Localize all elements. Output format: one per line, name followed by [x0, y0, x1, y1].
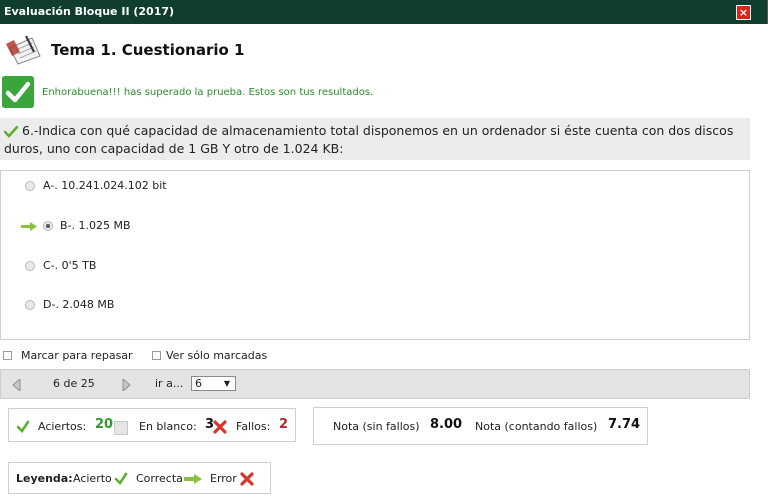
mark-for-review-checkbox[interactable] [3, 351, 12, 360]
success-check-icon [2, 76, 34, 108]
answer-radio[interactable] [25, 181, 35, 191]
fails-label: Fallos: [236, 420, 271, 433]
chevron-down-icon[interactable]: ▼ [224, 377, 230, 390]
answer-list: A-. 10.241.024.102 bit B-. 1.025 MB C-. … [0, 170, 750, 340]
legend-hit-label: Acierto [73, 472, 112, 485]
goto-selected-value: 6 [195, 377, 202, 390]
answer-label: C-. 0'5 TB [43, 259, 97, 272]
hits-label: Aciertos: [38, 420, 87, 433]
correct-answer-arrow-icon [21, 222, 37, 231]
show-marked-checkbox[interactable] [152, 351, 161, 360]
goto-label: ir a... [155, 377, 184, 390]
hit-check-icon [16, 420, 30, 434]
legend-error-label: Error [210, 472, 237, 485]
legend-check-icon [114, 472, 128, 486]
question-navigation: 6 de 25 ir a... 6 ▼ [0, 369, 750, 399]
legend-x-icon [240, 472, 254, 486]
error-x-icon [213, 420, 227, 434]
blank-square-icon [114, 421, 128, 435]
close-icon[interactable]: × [739, 6, 748, 19]
answer-radio[interactable] [25, 261, 35, 271]
show-marked-label[interactable]: Ver sólo marcadas [166, 349, 267, 363]
answer-option-d[interactable]: D-. 2.048 MB [1, 297, 301, 313]
hits-count: 20 [95, 417, 114, 432]
result-message: Enhorabuena!!! has superado la prueba. E… [42, 87, 374, 98]
answer-label: A-. 10.241.024.102 bit [43, 179, 167, 192]
quiz-paper-icon [6, 35, 41, 65]
close-button[interactable]: × [736, 5, 751, 20]
answer-label: B-. 1.025 MB [60, 219, 131, 232]
blank-label: En blanco: [139, 420, 197, 433]
answer-option-c[interactable]: C-. 0'5 TB [1, 258, 301, 274]
grade-no-penalty-label: Nota (sin fallos) [333, 420, 420, 433]
next-arrow-icon[interactable] [122, 379, 131, 391]
fails-count: 2 [279, 417, 289, 432]
answer-radio[interactable] [43, 221, 53, 231]
score-summary: Aciertos: 20 En blanco: 3 Fallos: 2 [8, 408, 296, 442]
question-position: 6 de 25 [53, 377, 95, 390]
legend-correct-label: Correcta [136, 472, 183, 485]
answer-label: D-. 2.048 MB [43, 298, 115, 311]
mark-for-review-label[interactable]: Marcar para repasar [21, 349, 133, 363]
grade-summary: Nota (sin fallos) 8.00 Nota (contando fa… [313, 407, 648, 445]
previous-arrow-icon[interactable] [12, 379, 21, 391]
answer-option-a[interactable]: A-. 10.241.024.102 bit [1, 178, 301, 194]
goto-question-select[interactable]: 6 ▼ [191, 376, 236, 391]
legend-title: Leyenda: [16, 472, 73, 485]
legend: Leyenda: Acierto Correcta Error [8, 462, 271, 494]
page-title: Tema 1. Cuestionario 1 [51, 41, 245, 59]
grade-penalty-label: Nota (contando fallos) [475, 420, 598, 433]
window-title: Evaluación Bloque II (2017) [4, 5, 175, 18]
grade-penalty-value: 7.74 [608, 417, 641, 432]
question-correct-icon [4, 125, 18, 138]
legend-arrow-icon [184, 474, 202, 484]
question-box: 6.-Indica con qué capacidad de almacenam… [0, 118, 750, 160]
answer-option-b[interactable]: B-. 1.025 MB [1, 218, 301, 234]
answer-radio[interactable] [25, 300, 35, 310]
window-titlebar: Evaluación Bloque II (2017) × [0, 0, 768, 24]
grade-no-penalty-value: 8.00 [430, 417, 463, 432]
question-text: 6.-Indica con qué capacidad de almacenam… [4, 123, 734, 156]
